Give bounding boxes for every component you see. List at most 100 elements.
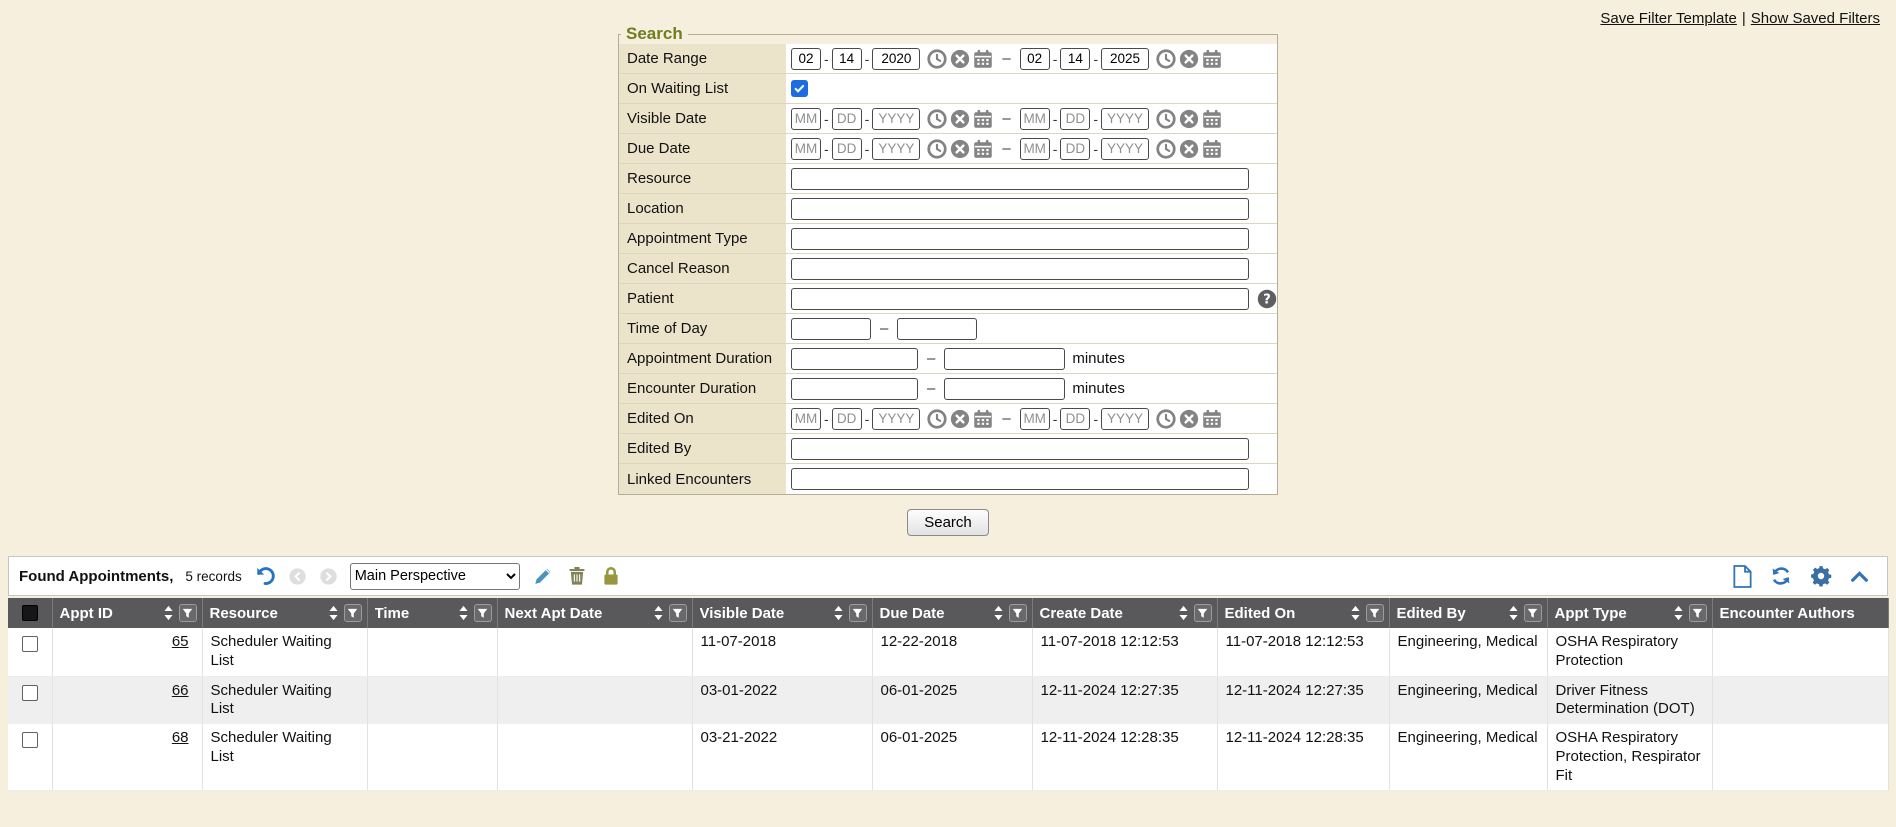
undo-icon[interactable]: [254, 565, 276, 587]
location-input[interactable]: [791, 198, 1249, 220]
lock-icon[interactable]: [600, 565, 622, 587]
sort-icon[interactable]: [653, 605, 664, 621]
settings-gear-icon[interactable]: [1810, 565, 1832, 587]
visible-date-to-year[interactable]: [1101, 108, 1149, 130]
due-date-from-month[interactable]: [791, 138, 821, 160]
sort-icon[interactable]: [328, 605, 339, 621]
calendar-icon[interactable]: [973, 49, 993, 69]
row-checkbox[interactable]: [22, 636, 38, 652]
encounter-duration-max-input[interactable]: [944, 378, 1065, 400]
date-range-from-day[interactable]: [832, 48, 862, 70]
sort-icon[interactable]: [833, 605, 844, 621]
clear-icon[interactable]: [950, 109, 970, 129]
clear-icon[interactable]: [1179, 109, 1199, 129]
calendar-icon[interactable]: [1202, 409, 1222, 429]
patient-input[interactable]: [791, 288, 1249, 310]
cancel-reason-input[interactable]: [791, 258, 1249, 280]
show-saved-filters-link[interactable]: Show Saved Filters: [1751, 10, 1880, 27]
appt-id-link[interactable]: 65: [172, 633, 189, 650]
sort-icon[interactable]: [1350, 605, 1361, 621]
filter-icon[interactable]: [1524, 604, 1542, 622]
sort-icon[interactable]: [1178, 605, 1189, 621]
date-range-to-month[interactable]: [1020, 48, 1050, 70]
refresh-icon[interactable]: [1770, 565, 1792, 587]
edit-perspective-icon[interactable]: [532, 565, 554, 587]
time-of-day-from-input[interactable]: [791, 318, 871, 340]
perspective-select[interactable]: Main Perspective: [350, 563, 520, 590]
appointment-type-input[interactable]: [791, 228, 1249, 250]
due-date-to-day[interactable]: [1060, 138, 1090, 160]
sort-icon[interactable]: [163, 605, 174, 621]
resource-input[interactable]: [791, 168, 1249, 190]
calendar-icon[interactable]: [1202, 49, 1222, 69]
edited-on-from-year[interactable]: [872, 408, 920, 430]
clear-icon[interactable]: [950, 139, 970, 159]
appt-id-link[interactable]: 66: [172, 682, 189, 699]
filter-icon[interactable]: [849, 604, 867, 622]
calendar-icon[interactable]: [1202, 139, 1222, 159]
clock-icon[interactable]: [927, 49, 947, 69]
visible-date-from-year[interactable]: [872, 108, 920, 130]
calendar-icon[interactable]: [973, 139, 993, 159]
due-date-to-year[interactable]: [1101, 138, 1149, 160]
row-checkbox[interactable]: [22, 685, 38, 701]
due-date-from-year[interactable]: [872, 138, 920, 160]
filter-icon[interactable]: [669, 604, 687, 622]
sort-icon[interactable]: [1508, 605, 1519, 621]
visible-date-from-month[interactable]: [791, 108, 821, 130]
visible-date-to-month[interactable]: [1020, 108, 1050, 130]
clock-icon[interactable]: [1156, 109, 1176, 129]
collapse-panel-icon[interactable]: [1850, 570, 1869, 583]
calendar-icon[interactable]: [973, 109, 993, 129]
calendar-icon[interactable]: [973, 409, 993, 429]
on-waiting-list-checkbox[interactable]: [791, 80, 808, 97]
clock-icon[interactable]: [927, 109, 947, 129]
sort-icon[interactable]: [993, 605, 1004, 621]
due-date-to-month[interactable]: [1020, 138, 1050, 160]
visible-date-to-day[interactable]: [1060, 108, 1090, 130]
appointment-duration-max-input[interactable]: [944, 348, 1065, 370]
history-forward-icon[interactable]: [319, 567, 338, 586]
row-checkbox[interactable]: [22, 732, 38, 748]
save-filter-template-link[interactable]: Save Filter Template: [1600, 10, 1736, 27]
help-icon[interactable]: ?: [1257, 289, 1277, 309]
visible-date-from-day[interactable]: [832, 108, 862, 130]
edited-on-to-month[interactable]: [1020, 408, 1050, 430]
date-range-from-month[interactable]: [791, 48, 821, 70]
linked-encounters-input[interactable]: [791, 468, 1249, 490]
filter-icon[interactable]: [1194, 604, 1212, 622]
clear-icon[interactable]: [1179, 49, 1199, 69]
sort-icon[interactable]: [458, 605, 469, 621]
encounter-duration-min-input[interactable]: [791, 378, 918, 400]
edited-on-from-month[interactable]: [791, 408, 821, 430]
edited-on-to-year[interactable]: [1101, 408, 1149, 430]
due-date-from-day[interactable]: [832, 138, 862, 160]
date-range-to-day[interactable]: [1060, 48, 1090, 70]
clock-icon[interactable]: [1156, 409, 1176, 429]
clock-icon[interactable]: [1156, 49, 1176, 69]
clear-icon[interactable]: [950, 49, 970, 69]
clear-icon[interactable]: [1179, 409, 1199, 429]
date-range-to-year[interactable]: [1101, 48, 1149, 70]
filter-icon[interactable]: [1366, 604, 1384, 622]
clock-icon[interactable]: [1156, 139, 1176, 159]
delete-perspective-icon[interactable]: [566, 565, 588, 587]
search-button[interactable]: Search: [907, 509, 989, 536]
filter-icon[interactable]: [474, 604, 492, 622]
new-document-icon[interactable]: [1733, 565, 1752, 588]
clear-icon[interactable]: [1179, 139, 1199, 159]
calendar-icon[interactable]: [1202, 109, 1222, 129]
clock-icon[interactable]: [927, 139, 947, 159]
filter-icon[interactable]: [179, 604, 197, 622]
filter-icon[interactable]: [344, 604, 362, 622]
clear-icon[interactable]: [950, 409, 970, 429]
sort-icon[interactable]: [1673, 605, 1684, 621]
edited-on-to-day[interactable]: [1060, 408, 1090, 430]
date-range-from-year[interactable]: [872, 48, 920, 70]
filter-icon[interactable]: [1009, 604, 1027, 622]
select-all-checkbox[interactable]: [22, 605, 38, 621]
appt-id-link[interactable]: 68: [172, 729, 189, 746]
edited-on-from-day[interactable]: [832, 408, 862, 430]
clock-icon[interactable]: [927, 409, 947, 429]
edited-by-input[interactable]: [791, 438, 1249, 460]
